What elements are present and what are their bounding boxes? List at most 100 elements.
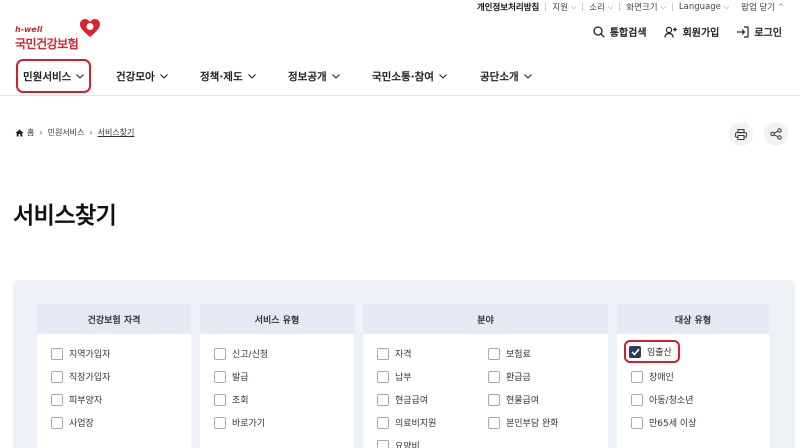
login-button[interactable]: 로그인 [736,24,782,39]
checkbox-box[interactable] [377,439,389,448]
privacy-policy-link[interactable]: 개인정보처리방침 [477,1,540,13]
page-tools [718,122,788,146]
checkbox-workplace[interactable]: 사업장 [51,416,94,429]
checkbox-box[interactable] [51,347,63,360]
checkbox-box[interactable] [488,347,500,360]
sound-dropdown[interactable]: 소리 ⌵ [589,1,613,14]
divider [619,3,621,11]
popup-close-button[interactable]: 팝업 닫기 ^ [737,1,788,13]
checkbox-box[interactable] [214,370,226,383]
breadcrumb-home-label: 홈 [27,128,35,137]
checkbox-qualification[interactable]: 자격 [377,347,412,360]
breadcrumb-home[interactable]: 홈 [15,127,34,138]
share-icon [770,128,782,140]
site-logo[interactable]: h-well 국민건강보험 [15,18,105,51]
checkbox-senior-65[interactable]: 만65세 이상 [631,416,696,429]
checkbox-box[interactable] [631,416,643,429]
checkbox-label: 현금급여 [395,396,429,406]
checkbox-report-apply[interactable]: 신고/신청 [214,347,268,360]
nav-label: 정책·제도 [200,70,243,83]
filter-group-qualification: 건강보험 자격 지역가입자 직장가입자 피부양자 사업장 [37,304,191,448]
sound-label: 소리 [589,3,605,13]
language-label: Language [678,2,721,12]
checkbox-box[interactable] [214,393,226,406]
nav-label: 정보공개 [288,70,327,83]
checkbox-box[interactable] [214,416,226,429]
checkbox-label: 환급금 [506,373,531,383]
nav-item-policy[interactable]: 정책·제도 [200,56,256,96]
checkbox-box[interactable] [51,416,63,429]
checkbox-cash-benefit[interactable]: 현금급여 [377,393,428,406]
nav-item-civil-service[interactable]: 민원서비스 [16,59,92,93]
nav-item-about[interactable]: 공단소개 [480,56,532,96]
nav-item-participation[interactable]: 국민소통·참여 [372,56,447,96]
filter-group-title: 대상 유형 [617,304,769,334]
popup-close-label: 팝업 닫기 [741,3,776,13]
language-dropdown[interactable]: Language ⌵ [679,2,729,12]
filter-group-title: 건강보험 자격 [37,304,191,334]
checkbox-inquiry[interactable]: 조회 [214,393,249,406]
signup-button[interactable]: 회원가입 [663,24,719,39]
checkbox-shortcut[interactable]: 바로가기 [214,416,265,429]
checkbox-label: 요양비 [395,442,420,448]
header-actions: 통합검색 회원가입 로그인 [576,24,782,39]
home-icon [15,129,24,136]
checkbox-label: 임출산 [647,348,672,358]
checkbox-box[interactable] [51,393,63,406]
checkbox-in-kind-benefit[interactable]: 현물급여 [488,393,539,406]
breadcrumb-level1[interactable]: 민원서비스 [48,127,85,138]
support-dropdown[interactable]: 지원 ⌵ [552,1,576,14]
breadcrumb: 홈 › 민원서비스 › 서비스찾기 [15,127,134,138]
login-label: 로그인 [754,28,782,39]
chevron-right-icon: › [89,128,93,137]
divider [545,3,547,11]
filter-group-field: 분야 자격 보험료 납부 환급금 현금급여 현물급여 의료비지원 본인부담 완화… [363,304,608,448]
checkbox-box[interactable] [631,393,643,406]
share-button[interactable] [764,122,788,146]
chevron-down-icon: ⌵ [660,2,666,11]
checkbox-issue[interactable]: 발급 [214,370,249,383]
nav-label: 건강모아 [116,70,155,83]
checkbox-care-cost[interactable]: 요양비 [377,439,420,448]
checkbox-workplace-subscriber[interactable]: 직장가입자 [51,370,110,383]
screen-size-dropdown[interactable]: 화면크기 ⌵ [626,1,666,14]
logo-name: 국민건강보험 [15,37,79,51]
checkbox-disabled[interactable]: 장애인 [631,370,674,383]
checkbox-payment[interactable]: 납부 [377,370,412,383]
checkbox-dependent[interactable]: 피부양자 [51,393,102,406]
checkbox-refund[interactable]: 환급금 [488,370,531,383]
checkbox-label: 바로가기 [232,419,266,429]
nav-item-health[interactable]: 건강모아 [116,56,168,96]
logo-tag: h-well [15,25,43,34]
checkbox-box[interactable] [488,416,500,429]
chevron-down-icon [76,70,85,82]
checkbox-box[interactable] [377,416,389,429]
checkbox-box[interactable] [488,370,500,383]
checkbox-label: 보험료 [506,350,531,360]
chevron-right-icon: › [39,128,43,137]
checkbox-regional-subscriber[interactable]: 지역가입자 [51,347,110,360]
checkbox-box[interactable] [377,370,389,383]
checkbox-box[interactable] [377,347,389,360]
page-title: 서비스찾기 [13,203,117,229]
checkbox-child-youth[interactable]: 아동/청소년 [631,393,693,406]
nav-item-disclosure[interactable]: 정보공개 [288,56,340,96]
login-icon [737,25,749,38]
breadcrumb-current[interactable]: 서비스찾기 [98,127,135,138]
checkbox-box[interactable] [214,347,226,360]
print-button[interactable] [729,122,753,146]
checkbox-label: 지역가입자 [69,350,111,360]
checkbox-medical-support[interactable]: 의료비지원 [377,416,436,429]
checkbox-premium[interactable]: 보험료 [488,347,531,360]
search-icon [593,25,605,38]
search-label: 통합검색 [609,28,647,39]
checkbox-pregnancy-birth[interactable]: 임출산 [624,340,680,363]
checkbox-box-checked[interactable] [629,345,641,358]
checkbox-box[interactable] [51,370,63,383]
check-icon [630,348,640,356]
checkbox-copay-relief[interactable]: 본인부담 완화 [488,416,559,429]
search-button[interactable]: 통합검색 [593,24,647,39]
checkbox-box[interactable] [488,393,500,406]
checkbox-box[interactable] [377,393,389,406]
checkbox-box[interactable] [631,370,643,383]
